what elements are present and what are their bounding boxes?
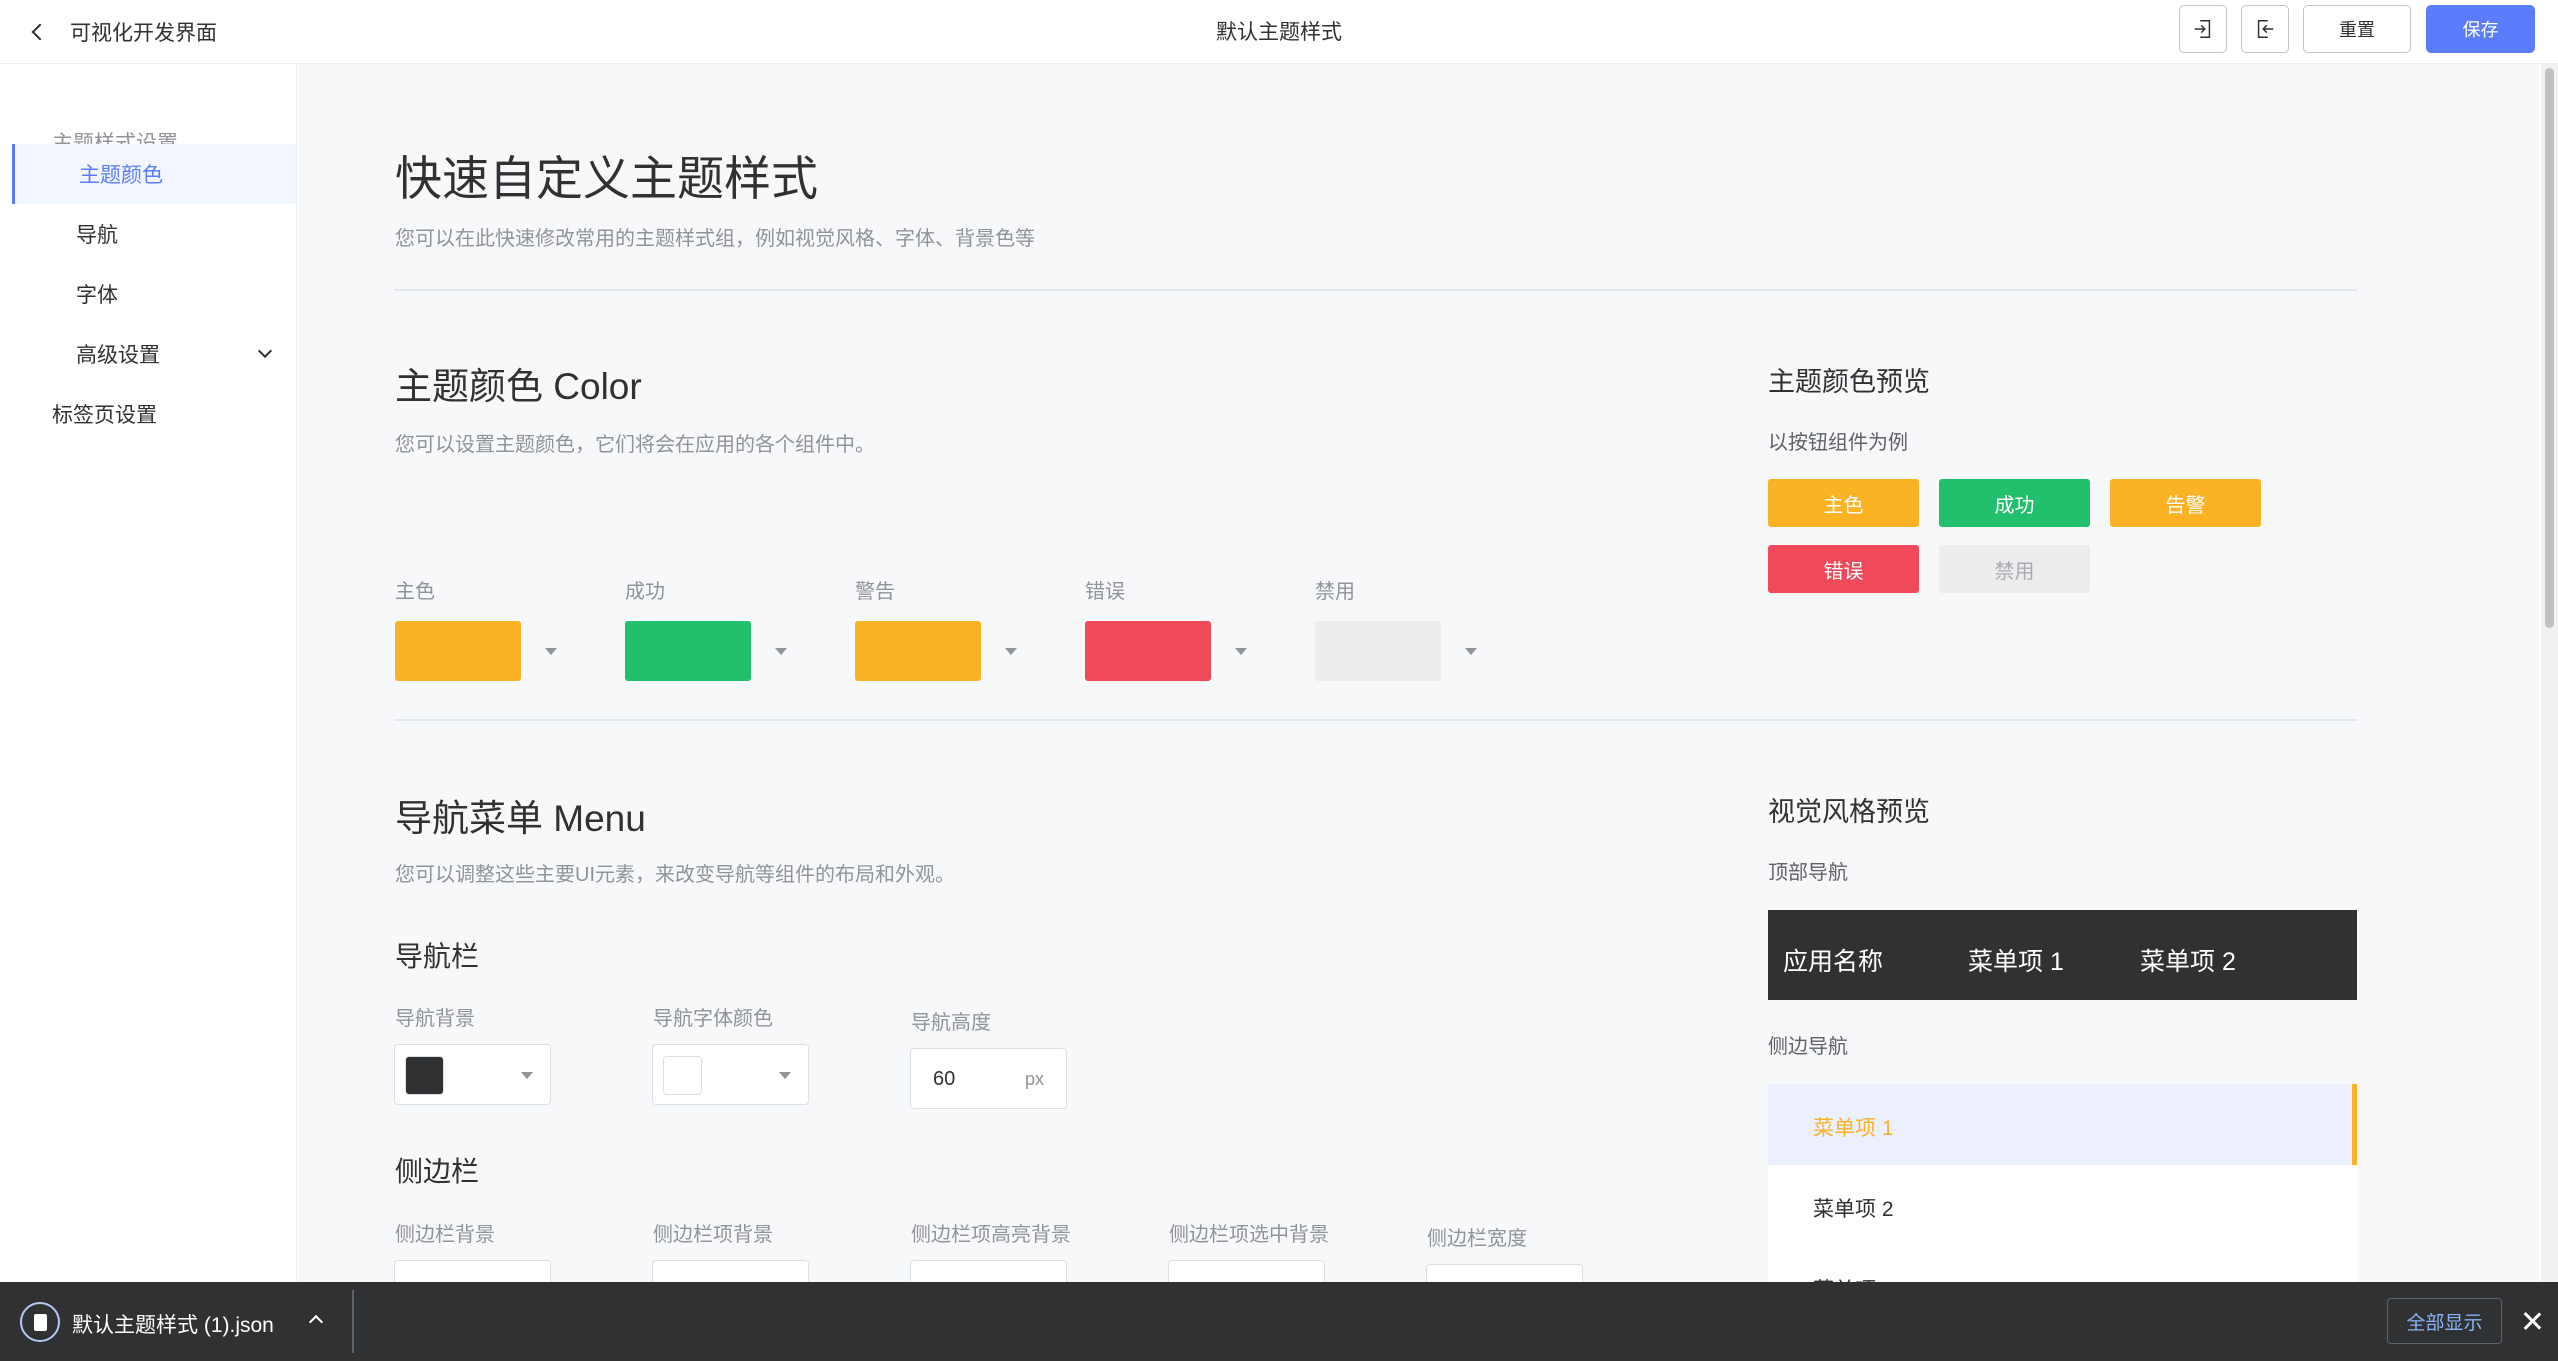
reset-button[interactable]: 重置 [2303, 5, 2411, 53]
side-nav-item-label: 菜单项 2 [1813, 1198, 1894, 1221]
navbar-heading: 导航栏 [395, 941, 480, 972]
caret-down-icon[interactable] [775, 647, 787, 655]
import-button[interactable] [2179, 5, 2227, 53]
color-swatch-warning[interactable] [855, 621, 981, 681]
sidebar-width-label: 侧边栏宽度 [1427, 1228, 1527, 1250]
menu-section-title: 导航菜单 Menu [395, 798, 646, 839]
side-nav-menu-item[interactable]: 菜单项 1 [1768, 1084, 2357, 1165]
color-field-warning: 警告 [855, 575, 1045, 681]
sidebar-item-advanced[interactable]: 高级设置 [0, 324, 296, 384]
document-icon [33, 1313, 47, 1331]
sidebar-settings-heading: 侧边栏 [395, 1156, 480, 1187]
top-nav-preview: 应用名称 菜单项 1 菜单项 2 [1768, 910, 2357, 1000]
color-section-subtitle: 您可以设置主题颜色，它们将会在应用的各个组件中。 [395, 434, 875, 456]
color-preview-subtitle: 以按钮组件为例 [1768, 432, 1908, 454]
preview-button-primary[interactable]: 主色 [1768, 479, 1919, 527]
sidebar: 主题样式设置 主题颜色 导航 字体 高级设置 标签页设置 [0, 64, 297, 1282]
close-icon[interactable] [2521, 1310, 2543, 1332]
color-field-label: 警告 [855, 581, 895, 603]
top-nav-preview-label: 顶部导航 [1768, 862, 1848, 884]
back-label: 可视化开发界面 [70, 22, 217, 45]
scrollbar[interactable] [2541, 64, 2558, 1282]
import-icon [2194, 20, 2211, 38]
sidebar-item-label: 高级设置 [76, 344, 160, 367]
navbar-height-input[interactable]: 60 px [910, 1048, 1067, 1109]
side-nav-preview: 菜单项 1 菜单项 2 菜单项 3 [1768, 1084, 2357, 1282]
color-field-error: 错误 [1085, 575, 1275, 681]
menu-section-subtitle: 您可以调整这些主要UI元素，来改变导航等组件的布局和外观。 [395, 864, 955, 886]
chevron-left-icon [31, 23, 49, 41]
save-button[interactable]: 保存 [2426, 5, 2535, 53]
top-nav-menu-item[interactable]: 菜单项 2 [2140, 942, 2236, 978]
caret-down-icon [779, 1072, 791, 1079]
navbar-height-label: 导航高度 [911, 1012, 991, 1034]
caret-down-icon[interactable] [1465, 647, 1477, 655]
color-swatch-success[interactable] [625, 621, 751, 681]
color-field-label: 禁用 [1315, 581, 1355, 603]
color-swatch-disabled[interactable] [1315, 621, 1441, 681]
page-subtitle: 您可以在此快速修改常用的主题样式组，例如视觉风格、字体、背景色等 [395, 228, 1035, 250]
preview-button-warning[interactable]: 告警 [2110, 479, 2261, 527]
sidebar-item-navigation[interactable]: 导航 [0, 204, 296, 264]
chevron-down-icon [257, 343, 273, 359]
side-nav-item-label: 菜单项 1 [1813, 1117, 1894, 1140]
sidebar-bg-label: 侧边栏背景 [395, 1224, 495, 1246]
color-swatch-error[interactable] [1085, 621, 1211, 681]
navbar-bg-label: 导航背景 [395, 1008, 475, 1030]
caret-down-icon[interactable] [545, 647, 557, 655]
side-nav-preview-label: 侧边导航 [1768, 1036, 1848, 1058]
sidebar-item-tab-settings[interactable]: 标签页设置 [0, 384, 296, 444]
navbar-font-color-label: 导航字体颜色 [653, 1008, 773, 1030]
sidebar-item-theme-color[interactable]: 主题颜色 [12, 144, 296, 204]
caret-down-icon [521, 1072, 533, 1079]
divider [352, 1290, 354, 1353]
download-bar: 默认主题样式 (1).json 全部显示 [0, 1282, 2558, 1361]
caret-down-icon[interactable] [1005, 647, 1017, 655]
navbar-font-color-chip [663, 1056, 702, 1095]
top-nav-app-name: 应用名称 [1783, 948, 1884, 976]
navbar-height-value: 60 [933, 1068, 956, 1090]
sidebar-item-bg-label: 侧边栏项背景 [653, 1224, 773, 1246]
export-icon [2257, 20, 2274, 38]
back-button[interactable]: 可视化开发界面 [28, 16, 217, 48]
sidebar-item-font[interactable]: 字体 [0, 264, 296, 324]
style-preview-title: 视觉风格预览 [1768, 797, 1930, 827]
color-swatch-primary[interactable] [395, 621, 521, 681]
color-section-title: 主题颜色 Color [395, 366, 642, 407]
navbar-height-unit: px [1024, 1069, 1044, 1089]
color-field-label: 错误 [1085, 581, 1125, 603]
file-icon[interactable] [20, 1302, 60, 1342]
navbar-bg-select[interactable] [394, 1044, 551, 1105]
color-field-label: 成功 [625, 581, 665, 603]
color-field-label: 主色 [395, 581, 435, 603]
download-file-name[interactable]: 默认主题样式 (1).json [72, 1309, 274, 1339]
top-nav-menu-item[interactable]: 菜单项 1 [1968, 942, 2064, 978]
color-field-disabled: 禁用 [1315, 575, 1505, 681]
show-all-button[interactable]: 全部显示 [2387, 1298, 2502, 1344]
side-nav-menu-item[interactable]: 菜单项 3 [1768, 1246, 2357, 1282]
divider [394, 719, 2357, 721]
side-nav-item-label: 菜单项 3 [1813, 1274, 1894, 1282]
navbar-bg-chip [405, 1056, 444, 1095]
preview-button-disabled: 禁用 [1939, 545, 2090, 593]
navbar-font-color-select[interactable] [652, 1044, 809, 1105]
color-field-success: 成功 [625, 575, 815, 681]
color-preview-title: 主题颜色预览 [1768, 367, 1930, 397]
chevron-up-icon[interactable] [308, 1314, 324, 1330]
preview-button-success[interactable]: 成功 [1939, 479, 2090, 527]
export-button[interactable] [2241, 5, 2289, 53]
page-header-title: 默认主题样式 [1216, 21, 1342, 44]
sidebar-item-highlight-bg-label: 侧边栏项高亮背景 [911, 1224, 1071, 1246]
page-title: 快速自定义主题样式 [395, 152, 818, 205]
scrollbar-thumb[interactable] [2545, 68, 2554, 628]
sidebar-item-selected-bg-label: 侧边栏项选中背景 [1169, 1224, 1329, 1246]
top-bar: 可视化开发界面 默认主题样式 重置 保存 [0, 0, 2558, 64]
color-field-primary: 主色 [395, 575, 585, 681]
side-nav-menu-item[interactable]: 菜单项 2 [1768, 1165, 2357, 1246]
caret-down-icon[interactable] [1235, 647, 1247, 655]
preview-button-error[interactable]: 错误 [1768, 545, 1919, 593]
divider [394, 289, 2357, 291]
